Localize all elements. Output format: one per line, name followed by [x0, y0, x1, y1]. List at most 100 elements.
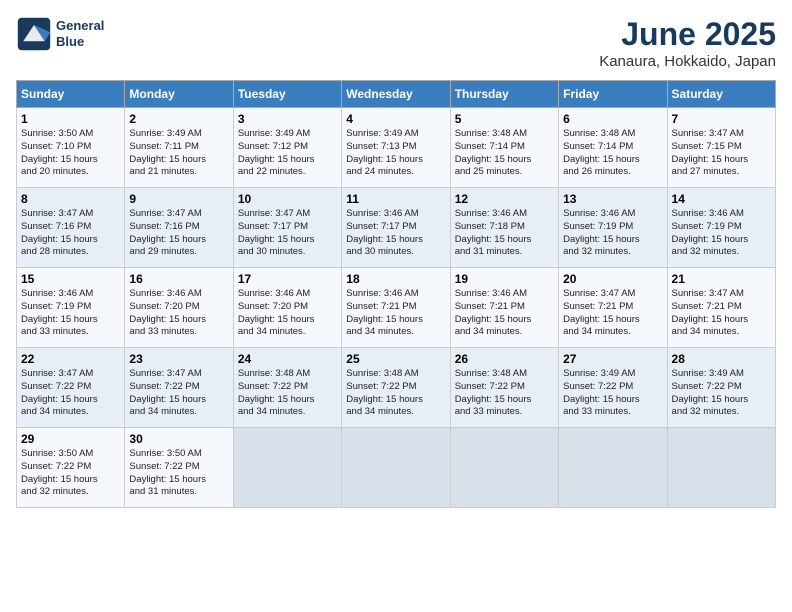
day-number: 11	[346, 192, 445, 206]
day-info: Sunrise: 3:48 AM Sunset: 7:14 PM Dayligh…	[563, 128, 662, 179]
col-header-thursday: Thursday	[450, 81, 558, 108]
day-cell: 21 Sunrise: 3:47 AM Sunset: 7:21 PM Dayli…	[667, 268, 775, 348]
day-cell: 13Sunrise: 3:46 AM Sunset: 7:19 PM Dayli…	[559, 188, 667, 268]
header-row: SundayMondayTuesdayWednesdayThursdayFrid…	[17, 81, 776, 108]
day-number: 14	[672, 192, 771, 206]
col-header-saturday: Saturday	[667, 81, 775, 108]
day-info: Sunrise: 3:46 AM Sunset: 7:21 PM Dayligh…	[346, 288, 445, 339]
empty-cell	[559, 428, 667, 508]
day-number: 24	[238, 352, 337, 366]
day-cell: 6 Sunrise: 3:48 AM Sunset: 7:14 PM Daylig…	[559, 108, 667, 188]
empty-cell	[342, 428, 450, 508]
day-number: 13	[563, 192, 662, 206]
day-number: 18	[346, 272, 445, 286]
day-cell: 12 Sunrise: 3:46 AM Sunset: 7:18 PM Dayli…	[450, 188, 558, 268]
day-cell: 18 Sunrise: 3:46 AM Sunset: 7:21 PM Dayli…	[342, 268, 450, 348]
day-number: 26	[455, 352, 554, 366]
day-info: Sunrise: 3:49 AM Sunset: 7:22 PM Dayligh…	[563, 368, 662, 419]
empty-cell	[667, 428, 775, 508]
day-number: 22	[21, 352, 120, 366]
day-info: Sunrise: 3:49 AM Sunset: 7:12 PM Dayligh…	[238, 128, 337, 179]
day-info: Sunrise: 3:46 AM Sunset: 7:20 PM Dayligh…	[238, 288, 337, 339]
calendar-row: 15 Sunrise: 3:46 AM Sunset: 7:19 PM Dayli…	[17, 268, 776, 348]
day-info: Sunrise: 3:46 AM Sunset: 7:18 PM Dayligh…	[455, 208, 554, 259]
day-info: Sunrise: 3:47 AM Sunset: 7:22 PM Dayligh…	[21, 368, 120, 419]
day-cell: 16 Sunrise: 3:46 AM Sunset: 7:20 PM Dayli…	[125, 268, 233, 348]
day-info: Sunrise: 3:47 AM Sunset: 7:21 PM Dayligh…	[672, 288, 771, 339]
logo: General Blue	[16, 16, 104, 52]
col-header-monday: Monday	[125, 81, 233, 108]
day-number: 9	[129, 192, 228, 206]
day-info: Sunrise: 3:49 AM Sunset: 7:13 PM Dayligh…	[346, 128, 445, 179]
day-number: 12	[455, 192, 554, 206]
day-cell: 7 Sunrise: 3:47 AM Sunset: 7:15 PM Daylig…	[667, 108, 775, 188]
day-cell: 20 Sunrise: 3:47 AM Sunset: 7:21 PM Dayli…	[559, 268, 667, 348]
day-cell: 9Sunrise: 3:47 AM Sunset: 7:16 PM Daylig…	[125, 188, 233, 268]
location-title: Kanaura, Hokkaido, Japan	[599, 53, 776, 70]
day-info: Sunrise: 3:48 AM Sunset: 7:22 PM Dayligh…	[346, 368, 445, 419]
col-header-sunday: Sunday	[17, 81, 125, 108]
day-cell: 1 Sunrise: 3:50 AM Sunset: 7:10 PM Daylig…	[17, 108, 125, 188]
empty-cell	[233, 428, 341, 508]
logo-line1: General	[56, 18, 104, 33]
day-number: 3	[238, 112, 337, 126]
day-info: Sunrise: 3:47 AM Sunset: 7:22 PM Dayligh…	[129, 368, 228, 419]
day-number: 19	[455, 272, 554, 286]
day-info: Sunrise: 3:46 AM Sunset: 7:17 PM Dayligh…	[346, 208, 445, 259]
day-cell: 10 Sunrise: 3:47 AM Sunset: 7:17 PM Dayli…	[233, 188, 341, 268]
col-header-friday: Friday	[559, 81, 667, 108]
day-info: Sunrise: 3:47 AM Sunset: 7:17 PM Dayligh…	[238, 208, 337, 259]
day-number: 20	[563, 272, 662, 286]
day-cell: 29Sunrise: 3:50 AM Sunset: 7:22 PM Dayli…	[17, 428, 125, 508]
day-cell: 11 Sunrise: 3:46 AM Sunset: 7:17 PM Dayli…	[342, 188, 450, 268]
day-cell: 26 Sunrise: 3:48 AM Sunset: 7:22 PM Dayli…	[450, 348, 558, 428]
day-number: 30	[129, 432, 228, 446]
day-cell: 15 Sunrise: 3:46 AM Sunset: 7:19 PM Dayli…	[17, 268, 125, 348]
day-number: 15	[21, 272, 120, 286]
day-number: 17	[238, 272, 337, 286]
day-cell: 14 Sunrise: 3:46 AM Sunset: 7:19 PM Dayli…	[667, 188, 775, 268]
logo-icon	[16, 16, 52, 52]
day-number: 21	[672, 272, 771, 286]
day-info: Sunrise: 3:50 AM Sunset: 7:10 PM Dayligh…	[21, 128, 120, 179]
calendar-row: 29 Sunrise: 3:50 AM Sunset: 7:22 PM Dayli…	[17, 428, 776, 508]
day-cell: 23 Sunrise: 3:47 AM Sunset: 7:22 PM Dayli…	[125, 348, 233, 428]
day-info: Sunrise: 3:46 AM Sunset: 7:19 PM Dayligh…	[21, 288, 120, 339]
col-header-wednesday: Wednesday	[342, 81, 450, 108]
day-info: Sunrise: 3:47 AM Sunset: 7:15 PM Dayligh…	[672, 128, 771, 179]
day-cell: 22 Sunrise: 3:47 AM Sunset: 7:22 PM Dayli…	[17, 348, 125, 428]
month-title: June 2025	[599, 16, 776, 53]
day-info: Sunrise: 3:48 AM Sunset: 7:22 PM Dayligh…	[455, 368, 554, 419]
day-number: 7	[672, 112, 771, 126]
day-info: Sunrise: 3:46 AM Sunset: 7:19 PM Dayligh…	[672, 208, 771, 259]
day-number: 10	[238, 192, 337, 206]
day-number: 29	[21, 432, 120, 446]
day-cell: 19Sunrise: 3:46 AM Sunset: 7:21 PM Dayli…	[450, 268, 558, 348]
day-number: 28	[672, 352, 771, 366]
day-number: 8	[21, 192, 120, 206]
day-cell: 4 Sunrise: 3:49 AM Sunset: 7:13 PM Daylig…	[342, 108, 450, 188]
day-number: 23	[129, 352, 228, 366]
calendar-row: 1 Sunrise: 3:50 AM Sunset: 7:10 PM Daylig…	[17, 108, 776, 188]
day-cell: 30 Sunrise: 3:50 AM Sunset: 7:22 PM Dayli…	[125, 428, 233, 508]
day-info: Sunrise: 3:46 AM Sunset: 7:20 PM Dayligh…	[129, 288, 228, 339]
day-number: 16	[129, 272, 228, 286]
day-cell: 3 Sunrise: 3:49 AM Sunset: 7:12 PM Daylig…	[233, 108, 341, 188]
day-number: 4	[346, 112, 445, 126]
day-cell: 5Sunrise: 3:48 AM Sunset: 7:14 PM Daylig…	[450, 108, 558, 188]
day-info: Sunrise: 3:47 AM Sunset: 7:16 PM Dayligh…	[21, 208, 120, 259]
day-info: Sunrise: 3:50 AM Sunset: 7:22 PM Dayligh…	[129, 448, 228, 499]
day-cell: 25 Sunrise: 3:48 AM Sunset: 7:22 PM Dayli…	[342, 348, 450, 428]
calendar-row: 8 Sunrise: 3:47 AM Sunset: 7:16 PM Daylig…	[17, 188, 776, 268]
day-number: 1	[21, 112, 120, 126]
day-number: 6	[563, 112, 662, 126]
day-info: Sunrise: 3:47 AM Sunset: 7:21 PM Dayligh…	[563, 288, 662, 339]
day-cell: 27Sunrise: 3:49 AM Sunset: 7:22 PM Dayli…	[559, 348, 667, 428]
day-info: Sunrise: 3:48 AM Sunset: 7:22 PM Dayligh…	[238, 368, 337, 419]
empty-cell	[450, 428, 558, 508]
day-info: Sunrise: 3:49 AM Sunset: 7:11 PM Dayligh…	[129, 128, 228, 179]
day-cell: 28Sunrise: 3:49 AM Sunset: 7:22 PM Dayli…	[667, 348, 775, 428]
day-cell: 24 Sunrise: 3:48 AM Sunset: 7:22 PM Dayli…	[233, 348, 341, 428]
day-number: 2	[129, 112, 228, 126]
day-number: 25	[346, 352, 445, 366]
